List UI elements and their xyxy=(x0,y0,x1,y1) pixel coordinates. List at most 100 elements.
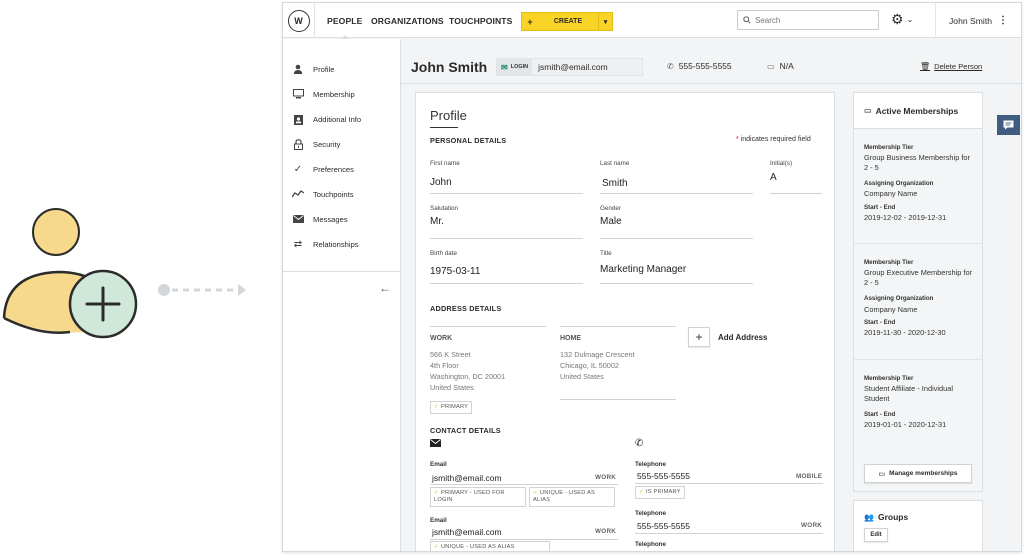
check-icon: ✓ xyxy=(533,490,538,496)
envelope-icon: ✉ xyxy=(501,62,508,72)
start-end-label: Start - End xyxy=(864,411,896,418)
chat-icon xyxy=(1003,120,1014,130)
email-field[interactable]: jsmith@email.com xyxy=(432,527,502,537)
check-icon: ✓ xyxy=(434,404,439,410)
membership-dates: 2019-12-02 - 2019-12-31 xyxy=(864,213,947,222)
sidebar-item-label: Touchpoints xyxy=(313,189,354,199)
nav-organizations[interactable]: ORGANIZATIONS xyxy=(371,3,444,38)
email-label: Email xyxy=(430,461,447,468)
address-line: 4th Floor xyxy=(430,361,459,370)
address-divider xyxy=(430,326,546,327)
birth-date-field[interactable]: 1975-03-11 xyxy=(430,266,480,277)
email-type: WORK xyxy=(595,528,617,535)
title-field[interactable]: Marketing Manager xyxy=(600,264,686,275)
required-note-text: indicates required field xyxy=(740,136,811,143)
membership-tier-label: Membership Tier xyxy=(864,144,914,151)
salutation-label: Salutation xyxy=(430,205,459,212)
gender-field[interactable]: Male xyxy=(600,216,622,227)
address-line: Washington, DC 20001 xyxy=(430,372,506,381)
settings-menu[interactable]: ⚙ ⌄ xyxy=(891,11,913,28)
header-device-value: N/A xyxy=(779,61,794,71)
chip-label: IS PRIMARY xyxy=(645,489,681,495)
first-name-field[interactable]: John xyxy=(430,177,452,188)
manage-memberships-button[interactable]: ▭ Manage memberships xyxy=(864,464,972,483)
telephone-label: Telephone xyxy=(635,510,667,517)
sidebar-item-touchpoints[interactable]: Touchpoints xyxy=(283,184,354,204)
address-details-heading: ADDRESS DETAILS xyxy=(430,304,502,313)
phone-icon: ✆ xyxy=(667,61,674,71)
field-underline xyxy=(635,533,823,534)
membership-card[interactable]: Membership Tier Group Executive Membersh… xyxy=(854,244,982,360)
more-vertical-icon: ⋮ xyxy=(998,15,1008,26)
chip-label: UNIQUE - USED AS ALIAS xyxy=(440,544,515,550)
address-divider xyxy=(560,399,676,400)
last-name-field[interactable]: Smith xyxy=(602,178,628,189)
sidebar-item-profile[interactable]: Profile xyxy=(283,59,335,79)
add-address-label: Add Address xyxy=(718,332,768,342)
membership-tier: Group Executive Membership for 2 - 5 xyxy=(864,268,973,287)
is-primary-chip: ✓ IS PRIMARY xyxy=(635,486,685,499)
nav-people[interactable]: PEOPLE xyxy=(327,3,362,38)
sidebar-item-relationships[interactable]: ⇄ Relationships xyxy=(283,234,359,254)
membership-card[interactable]: Membership Tier Student Affiliate - Indi… xyxy=(854,360,982,450)
collapse-sidebar-arrow-icon[interactable]: ← xyxy=(379,281,391,295)
field-underline xyxy=(430,238,583,239)
personal-details-heading: PERSONAL DETAILS xyxy=(430,136,507,145)
field-underline xyxy=(600,238,753,239)
telephone-field[interactable]: 555-555-5555 xyxy=(637,521,690,531)
address-line: Chicago, IL 50002 xyxy=(560,361,619,370)
sidebar-item-additional-info[interactable]: Additional Info xyxy=(283,109,361,129)
field-underline xyxy=(600,283,753,284)
telephone-label: Telephone xyxy=(635,541,667,548)
sidebar-item-label: Membership xyxy=(313,89,355,99)
add-address-button[interactable]: + Add Address xyxy=(688,327,768,347)
birth-date-label: Birth date xyxy=(430,250,457,257)
unique-alias-chip: ✓ UNIQUE - USED AS ALIAS xyxy=(430,541,550,551)
app-logo[interactable]: W xyxy=(283,3,315,38)
memberships-title: Active Memberships xyxy=(875,105,959,116)
salutation-field[interactable]: Mr. xyxy=(430,216,444,227)
people-icon: 👥 xyxy=(864,512,874,522)
address-line: 566 K Street xyxy=(430,350,471,359)
sidebar-item-label: Preferences xyxy=(313,164,354,174)
membership-dates: 2019-01-01 - 2020-12-31 xyxy=(864,420,947,429)
id-badge-icon xyxy=(283,114,313,125)
chat-button[interactable] xyxy=(997,115,1020,135)
create-button[interactable]: + CREATE ▾ xyxy=(521,12,613,31)
check-icon: ✓ xyxy=(434,544,439,550)
groups-edit-button[interactable]: Edit xyxy=(864,528,888,542)
groups-title: Groups xyxy=(877,512,909,522)
app-window: W PEOPLE ORGANIZATIONS TOUCHPOINTS + CRE… xyxy=(282,2,1022,552)
sidebar-item-preferences[interactable]: ✓ Preferences xyxy=(283,159,354,179)
initials-field[interactable]: A xyxy=(770,172,777,183)
card-title: Profile xyxy=(430,108,467,123)
address-block-home[interactable]: 132 Dulmage Crescent Chicago, IL 50002 U… xyxy=(560,349,635,382)
delete-person-link[interactable]: 🗑 Delete Person xyxy=(920,62,982,71)
nav-touchpoints[interactable]: TOUCHPOINTS xyxy=(449,3,513,38)
address-block-work[interactable]: 566 K Street 4th Floor Washington, DC 20… xyxy=(430,349,505,393)
header-phone: ✆ 555-555-5555 xyxy=(667,61,732,71)
chip-label: UNIQUE - USED AS ALIAS xyxy=(533,490,595,503)
assigning-org: Company Name xyxy=(864,305,918,314)
sidebar-item-label: Messages xyxy=(313,214,348,224)
telephone-field[interactable]: 555-555-5555 xyxy=(637,471,690,481)
required-star: * xyxy=(736,136,739,143)
user-menu[interactable]: John Smith ⋮ xyxy=(935,3,1021,38)
sidebar-item-messages[interactable]: Messages xyxy=(283,209,348,229)
sidebar-item-security[interactable]: Security xyxy=(283,134,340,154)
sidebar-item-label: Relationships xyxy=(313,239,359,249)
email-field[interactable]: jsmith@email.com xyxy=(432,473,502,483)
sidebar-item-label: Additional Info xyxy=(313,114,362,124)
address-type: HOME xyxy=(560,335,581,342)
envelope-icon xyxy=(430,439,441,450)
memberships-header: ▭ Active Memberships xyxy=(854,93,982,129)
delete-person-label: Delete Person xyxy=(934,62,983,71)
create-dropdown-toggle[interactable]: ▾ xyxy=(598,13,612,30)
assigning-org: Company Name xyxy=(864,189,918,198)
address-line: United States xyxy=(560,372,604,381)
membership-card[interactable]: Membership Tier Group Business Membershi… xyxy=(854,129,982,244)
search-input[interactable] xyxy=(755,15,865,25)
sidebar-item-membership[interactable]: Membership xyxy=(283,84,355,104)
primary-login-chip: ✓ PRIMARY - USED FOR LOGIN xyxy=(430,487,526,507)
person-name: John Smith xyxy=(411,59,488,75)
